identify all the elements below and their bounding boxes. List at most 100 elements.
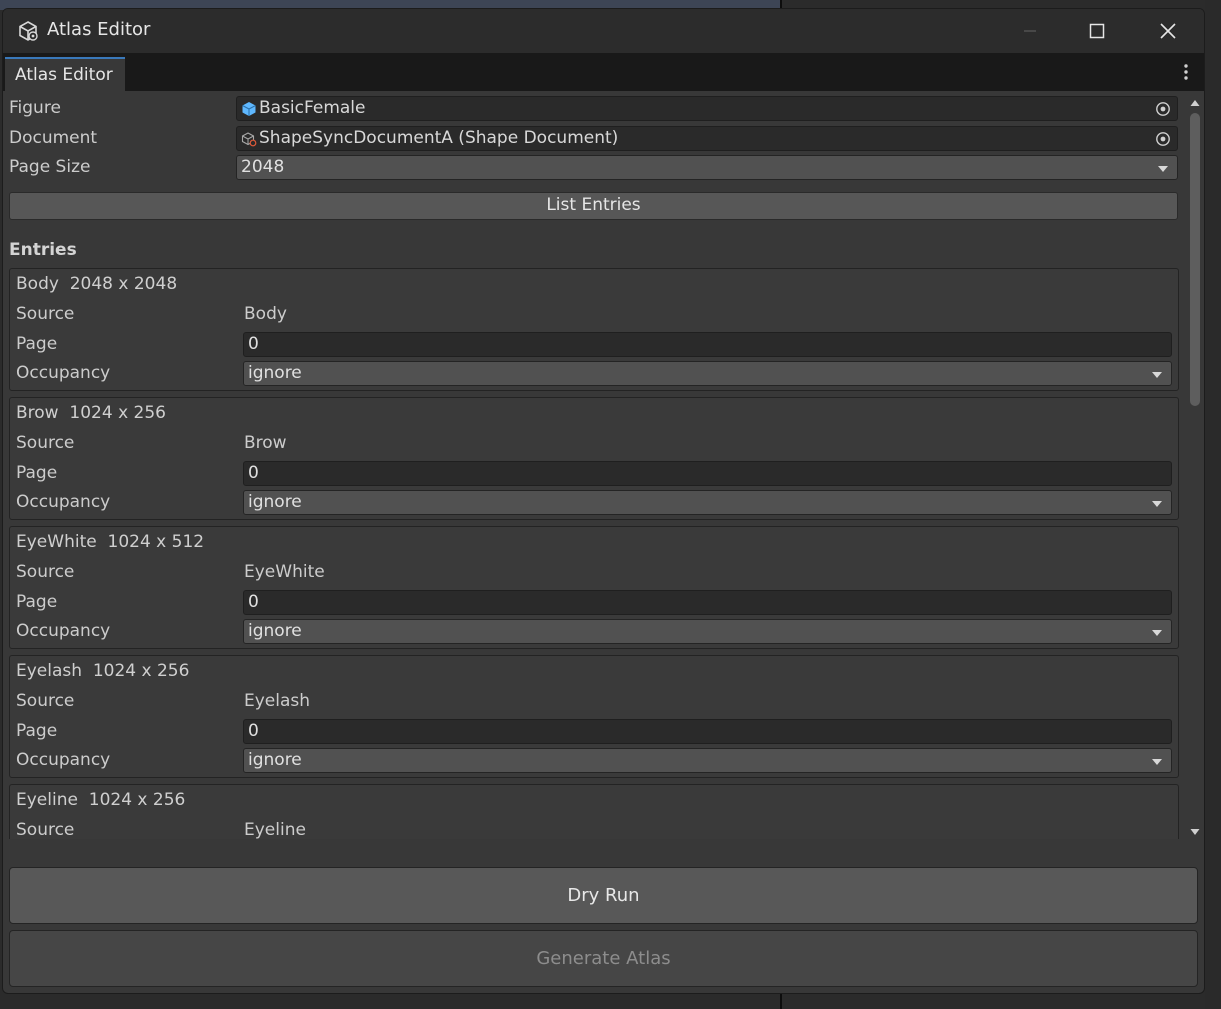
object-picker-icon[interactable] bbox=[1155, 101, 1171, 117]
entries-heading: Entries bbox=[9, 240, 77, 260]
source-row: Source Eyelash bbox=[10, 687, 1178, 715]
source-value: Eyelash bbox=[244, 691, 311, 711]
entry-size: 1024 x 256 bbox=[88, 790, 186, 810]
page-size-row: Page Size 2048 bbox=[3, 153, 1183, 181]
background-right-area bbox=[1205, 0, 1221, 1009]
chevron-down-icon bbox=[1152, 501, 1162, 507]
page-size-dropdown[interactable]: 2048 bbox=[236, 155, 1178, 180]
page-label: Page bbox=[16, 592, 58, 612]
document-row: Document ShapeSyncDocumentA (Shape Docum… bbox=[3, 124, 1183, 152]
maximize-button[interactable] bbox=[1080, 17, 1114, 45]
occupancy-value: ignore bbox=[248, 750, 302, 770]
source-row: Source EyeWhite bbox=[10, 558, 1178, 586]
source-row: Source Brow bbox=[10, 429, 1178, 457]
figure-value: BasicFemale bbox=[259, 98, 366, 118]
unity-cube-icon bbox=[19, 21, 38, 41]
scrollbar-thumb[interactable] bbox=[1190, 113, 1200, 406]
title-bar[interactable]: Atlas Editor bbox=[3, 9, 1204, 53]
figure-label: Figure bbox=[9, 98, 61, 118]
source-label: Source bbox=[16, 433, 75, 453]
dry-run-button[interactable]: Dry Run bbox=[9, 867, 1198, 924]
source-value: Body bbox=[244, 304, 287, 324]
source-row: Source Eyeline bbox=[10, 816, 1178, 839]
close-icon bbox=[1160, 23, 1176, 39]
object-picker-icon[interactable] bbox=[1155, 131, 1171, 147]
entry-size: 1024 x 256 bbox=[69, 403, 166, 423]
more-options-icon[interactable] bbox=[1176, 61, 1196, 83]
entry-eyewhite: EyeWhite 1024 x 512 Source EyeWhite Page… bbox=[9, 526, 1179, 649]
page-input[interactable]: 0 bbox=[243, 332, 1172, 357]
tab-atlas-editor[interactable]: Atlas Editor bbox=[5, 57, 125, 91]
vertical-scrollbar[interactable] bbox=[1188, 97, 1202, 839]
tab-bar: Atlas Editor bbox=[3, 53, 1204, 91]
page-label: Page bbox=[16, 334, 58, 354]
scroll-down-icon[interactable] bbox=[1190, 828, 1200, 836]
occupancy-dropdown[interactable]: ignore bbox=[243, 619, 1172, 644]
occupancy-value: ignore bbox=[248, 621, 302, 641]
occupancy-row: Occupancy ignore bbox=[10, 488, 1178, 516]
occupancy-row: Occupancy ignore bbox=[10, 617, 1178, 645]
source-label: Source bbox=[16, 304, 75, 324]
close-button[interactable] bbox=[1151, 17, 1185, 45]
occupancy-dropdown[interactable]: ignore bbox=[243, 490, 1172, 515]
shape-document-icon bbox=[241, 132, 257, 147]
maximize-icon bbox=[1089, 23, 1105, 39]
page-row: Page 0 bbox=[10, 717, 1178, 745]
occupancy-label: Occupancy bbox=[16, 363, 111, 383]
entry-name: Brow bbox=[16, 403, 59, 423]
entry-header: Brow 1024 x 256 bbox=[16, 403, 166, 423]
entry-header: Eyeline 1024 x 256 bbox=[16, 790, 185, 810]
page-row: Page 0 bbox=[10, 330, 1178, 358]
page-label: Page bbox=[16, 721, 58, 741]
page-value: 0 bbox=[248, 334, 259, 354]
chevron-down-icon bbox=[1152, 630, 1162, 636]
page-value: 0 bbox=[248, 592, 259, 612]
atlas-editor-window: Atlas Editor Atlas Editor Figure BasicFe… bbox=[2, 8, 1205, 994]
chevron-down-icon bbox=[1158, 166, 1168, 172]
entry-name: Eyeline bbox=[16, 790, 78, 810]
list-entries-button[interactable]: List Entries bbox=[9, 192, 1178, 220]
occupancy-label: Occupancy bbox=[16, 492, 111, 512]
occupancy-row: Occupancy ignore bbox=[10, 359, 1178, 387]
occupancy-dropdown[interactable]: ignore bbox=[243, 361, 1172, 386]
entry-size: 2048 x 2048 bbox=[69, 274, 178, 294]
source-value: EyeWhite bbox=[244, 562, 325, 582]
minimize-icon bbox=[1024, 30, 1036, 32]
entry-size: 1024 x 512 bbox=[107, 532, 205, 552]
figure-field[interactable]: BasicFemale bbox=[236, 96, 1178, 121]
entry-header: Body 2048 x 2048 bbox=[16, 274, 177, 294]
figure-row: Figure BasicFemale bbox=[3, 94, 1183, 122]
page-size-label: Page Size bbox=[9, 157, 91, 177]
document-field[interactable]: ShapeSyncDocumentA (Shape Document) bbox=[236, 126, 1178, 151]
occupancy-dropdown[interactable]: ignore bbox=[243, 748, 1172, 773]
source-label: Source bbox=[16, 562, 75, 582]
prefab-cube-icon bbox=[242, 102, 256, 116]
entry-body: Body 2048 x 2048 Source Body Page 0 Occu… bbox=[9, 268, 1179, 391]
scroll-up-icon[interactable] bbox=[1190, 99, 1200, 107]
source-label: Source bbox=[16, 691, 75, 711]
occupancy-label: Occupancy bbox=[16, 750, 111, 770]
chevron-down-icon bbox=[1152, 759, 1162, 765]
page-input[interactable]: 0 bbox=[243, 590, 1172, 615]
entry-name: Body bbox=[16, 274, 59, 294]
page-row: Page 0 bbox=[10, 588, 1178, 616]
page-input[interactable]: 0 bbox=[243, 461, 1172, 486]
source-value: Brow bbox=[244, 433, 287, 453]
document-value: ShapeSyncDocumentA (Shape Document) bbox=[259, 128, 619, 148]
page-input[interactable]: 0 bbox=[243, 719, 1172, 744]
source-row: Source Body bbox=[10, 300, 1178, 328]
entry-name: Eyelash bbox=[16, 661, 83, 681]
minimize-button[interactable] bbox=[1013, 17, 1047, 45]
entry-size: 1024 x 256 bbox=[92, 661, 190, 681]
entry-header: EyeWhite 1024 x 512 bbox=[16, 532, 204, 552]
page-row: Page 0 bbox=[10, 459, 1178, 487]
entry-eyelash: Eyelash 1024 x 256 Source Eyelash Page 0… bbox=[9, 655, 1179, 778]
occupancy-value: ignore bbox=[248, 492, 302, 512]
generate-atlas-button[interactable]: Generate Atlas bbox=[9, 930, 1198, 987]
document-label: Document bbox=[9, 128, 98, 148]
page-label: Page bbox=[16, 463, 58, 483]
entry-header: Eyelash 1024 x 256 bbox=[16, 661, 189, 681]
occupancy-row: Occupancy ignore bbox=[10, 746, 1178, 774]
entry-eyeline: Eyeline 1024 x 256 Source Eyeline bbox=[9, 784, 1179, 839]
window-title: Atlas Editor bbox=[47, 19, 151, 40]
